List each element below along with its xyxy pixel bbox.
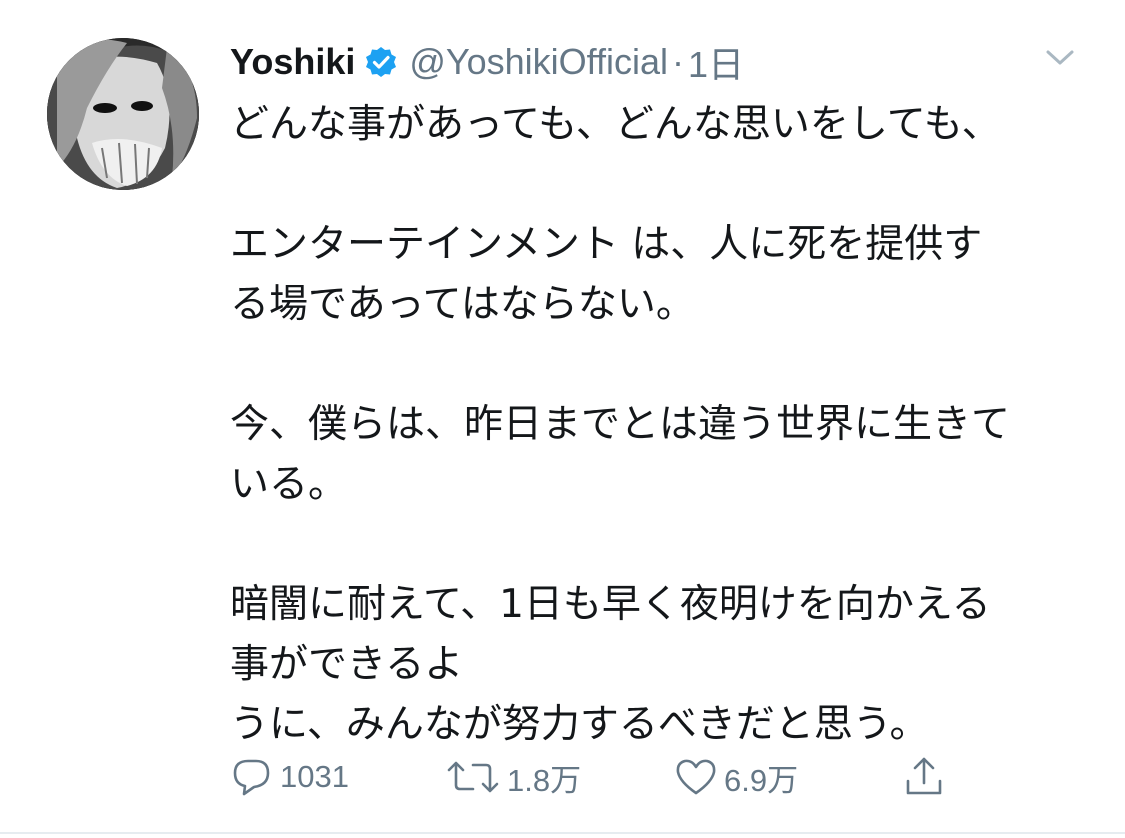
- retweet-button[interactable]: 1.8万: [445, 752, 581, 802]
- retweet-count: 1.8万: [507, 762, 582, 798]
- tweet-text-line: 今、僕らは、昨日までとは違う世界に生きて: [230, 402, 1011, 447]
- share-button[interactable]: [902, 752, 946, 802]
- reply-icon: [230, 757, 274, 797]
- retweet-icon: [445, 757, 501, 797]
- tweet-text-line: どんな事があっても、どんな思いをしても、: [230, 102, 1001, 147]
- verified-badge-icon: [365, 46, 397, 78]
- timestamp[interactable]: 1日: [688, 36, 744, 88]
- tweet-header: Yoshiki @YoshikiOfficial · 1日: [230, 34, 744, 90]
- tweet-text-line: る場であってはならない。: [230, 282, 695, 327]
- tweet-text-line: 事ができるよ: [230, 642, 464, 687]
- user-handle[interactable]: @YoshikiOfficial: [409, 41, 668, 83]
- like-count: 6.9万: [724, 762, 799, 798]
- heart-icon: [674, 757, 718, 797]
- separator-dot: ·: [672, 41, 685, 82]
- share-icon: [902, 755, 946, 799]
- like-button[interactable]: 6.9万: [674, 752, 798, 802]
- tweet-text-line: エンターテインメント は、人に死を提供す: [230, 222, 983, 267]
- tweet-card[interactable]: Yoshiki @YoshikiOfficial · 1日 どんな事があっても、…: [0, 0, 1125, 838]
- avatar[interactable]: [47, 38, 199, 190]
- tweet-text-line: いる。: [230, 462, 348, 507]
- tweet-text: どんな事があっても、どんな思いをしても、 エンターテインメント は、人に死を提供…: [230, 95, 1090, 755]
- reply-count: 1031: [280, 759, 349, 794]
- chevron-down-icon[interactable]: [1040, 42, 1080, 72]
- avatar-photo: [47, 38, 199, 190]
- tweet-text-line: [230, 155, 1090, 215]
- tweet-actions: 1031 1.8万 6.9万: [230, 752, 990, 802]
- display-name[interactable]: Yoshiki: [230, 41, 355, 83]
- reply-button[interactable]: 1031: [230, 752, 349, 802]
- tweet-text-line: [230, 335, 1090, 395]
- tweet-text-line: 暗闇に耐えて、1日も早く夜明けを向かえる: [230, 582, 991, 627]
- tweet-text-line: [230, 515, 1090, 575]
- divider: [0, 832, 1125, 834]
- tweet-text-line: うに、みんなが努力するべきだと思う。: [230, 702, 929, 747]
